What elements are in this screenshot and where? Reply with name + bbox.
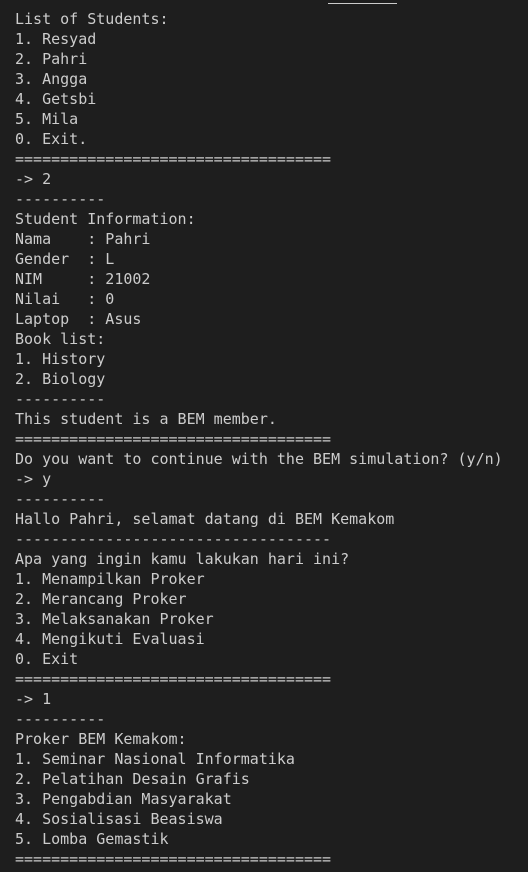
terminal-line: Nama : Pahri [15,230,151,248]
terminal-line: 1. History [15,350,106,368]
terminal-line: Nilai : 0 [15,290,115,308]
terminal-line: -> y [15,470,52,488]
terminal-line: 2. Biology [15,370,106,388]
terminal-line: ---------- [15,490,106,508]
terminal-line: Student Information: [15,210,196,228]
terminal-line: 1. Seminar Nasional Informatika [15,750,295,768]
terminal-line: =================================== [15,150,332,168]
terminal-line: =================================== [15,430,332,448]
terminal-line: 2. Merancang Proker [15,590,187,608]
terminal-line: 2. Pahri [15,50,88,68]
terminal-line: -> 2 [15,170,52,188]
terminal-line: 4. Mengikuti Evaluasi [15,630,205,648]
terminal-line: 4. Sosialisasi Beasiswa [15,810,223,828]
terminal-line: Do you want to continue with the BEM sim… [15,450,503,468]
terminal-line: Hallo Pahri, selamat datang di BEM Kemak… [15,510,395,528]
terminal-line: ----------------------------------- [15,530,332,548]
terminal-line: List of Students: [15,10,169,28]
terminal-line: 0. Exit [15,650,79,668]
terminal-line: This student is a BEM member. [15,410,277,428]
terminal-line: Apa yang ingin kamu lakukan hari ini? [15,550,350,568]
terminal-line: 3. Pengabdian Masyarakat [15,790,232,808]
terminal-line: =================================== [15,850,332,868]
terminal-line: 1. Resyad [15,30,97,48]
terminal-line: 4. Getsbi [15,90,97,108]
terminal-line: 5. Lomba Gemastik [15,830,169,848]
terminal-line: ---------- [15,190,106,208]
terminal-line: -> 1 [15,690,52,708]
terminal-line: NIM : 21002 [15,270,151,288]
terminal-line: ---------- [15,390,106,408]
terminal-line: Gender : L [15,250,115,268]
terminal-line: =================================== [15,670,332,688]
terminal-line: 1. Menampilkan Proker [15,570,205,588]
terminal-line: Proker BEM Kemakom: [15,730,187,748]
terminal-line: 3. Angga [15,70,88,88]
terminal-line: ---------- [15,710,106,728]
terminal-line: 2. Pelatihan Desain Grafis [15,770,250,788]
terminal-line: Laptop : Asus [15,310,142,328]
terminal-line: 3. Melaksanakan Proker [15,610,214,628]
terminal-output[interactable]: List of Students: 1. Resyad 2. Pahri 3. Ang… [0,0,528,872]
terminal-lines: List of Students: 1. Resyad 2. Pahri 3. Ang… [15,9,528,869]
terminal-line: 5. Mila [15,110,79,128]
terminal-line: 0. Exit. [15,130,88,148]
terminal-line: Book list: [15,330,106,348]
scroll-indicator [328,3,397,4]
